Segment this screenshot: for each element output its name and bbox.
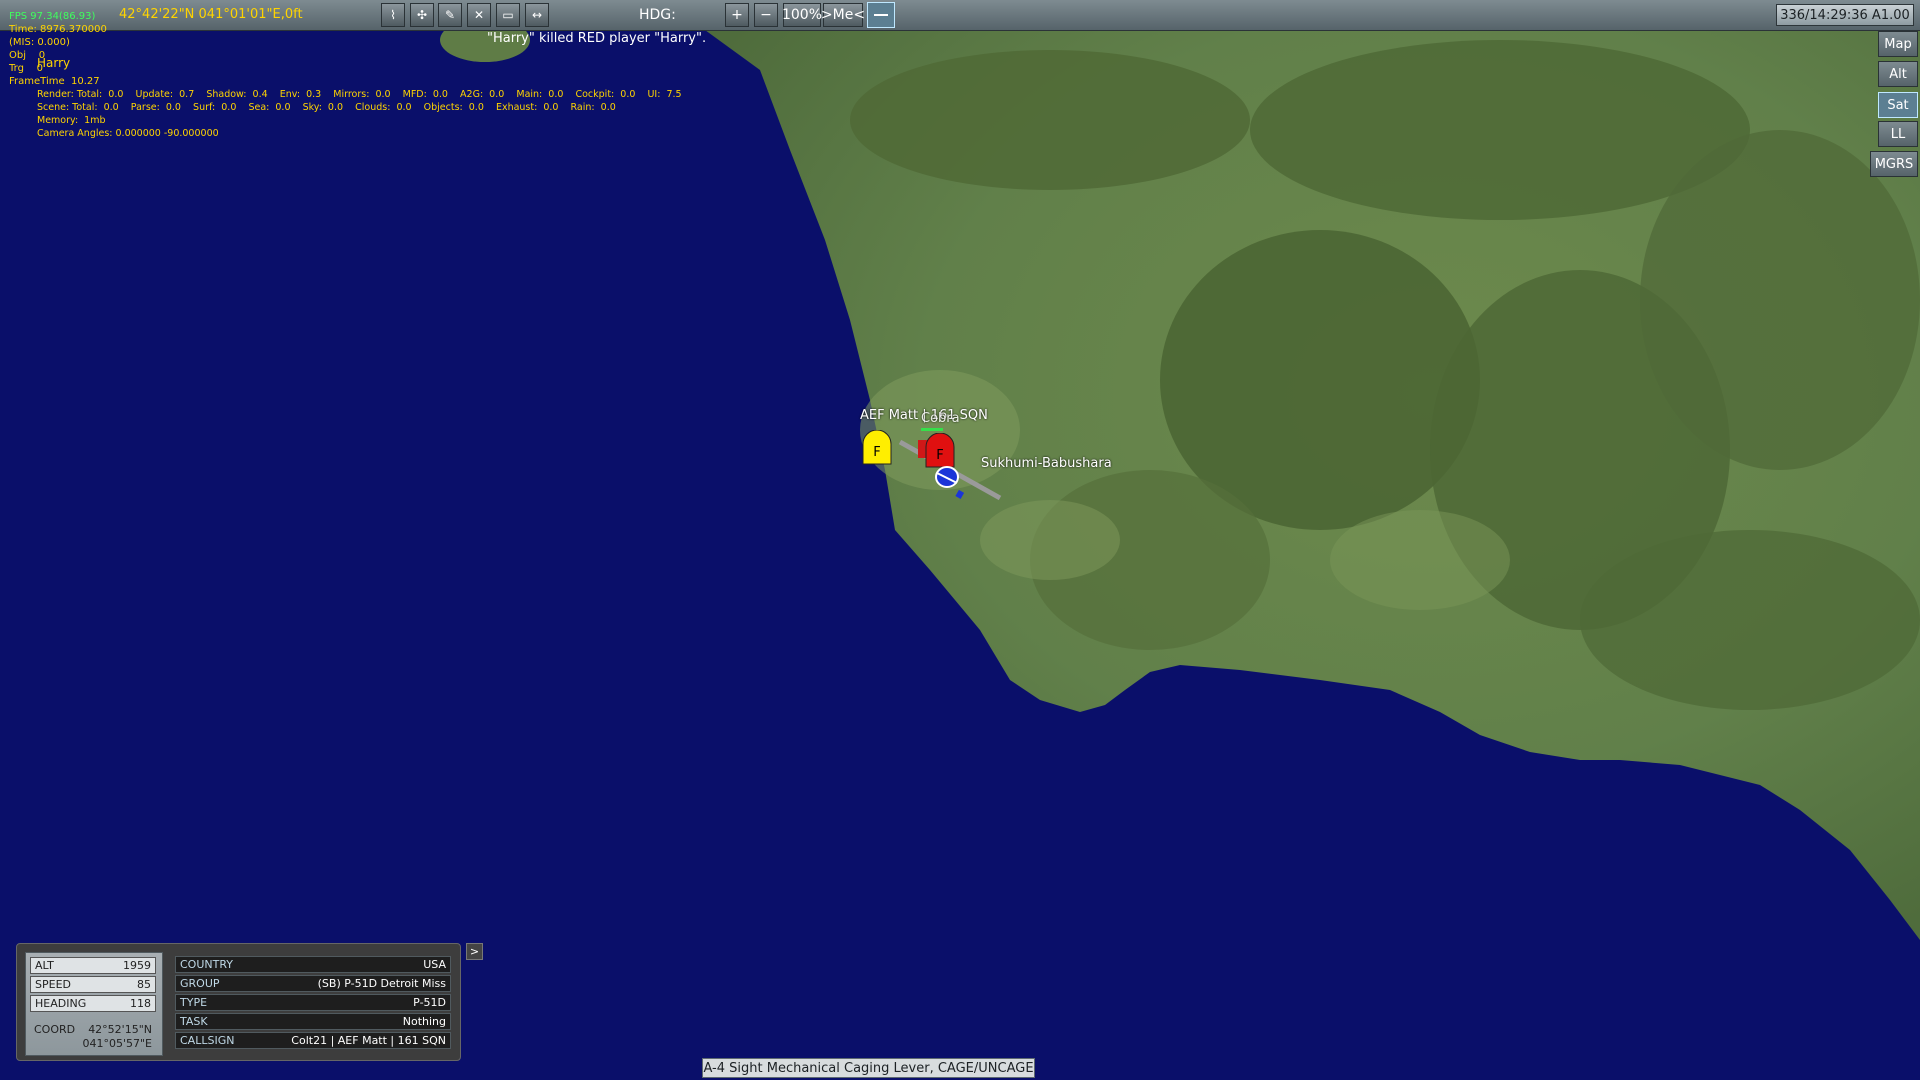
layer-map-button[interactable]: Map — [1878, 31, 1918, 57]
unit-info-panel: ALT 1959 SPEED 85 HEADING 118 COORD 42°5… — [16, 943, 461, 1061]
task-value: Nothing — [402, 1015, 446, 1028]
debug-mis: (MIS: 0.000) — [9, 37, 70, 48]
player-name: Harry — [37, 56, 71, 70]
group-value: (SB) P-51D Detroit Miss — [317, 977, 446, 990]
debug-memory: Memory: 1mb — [37, 115, 106, 126]
type-row: TYPE P-51D — [175, 994, 451, 1011]
layer-mgrs-button[interactable]: MGRS — [1870, 151, 1918, 177]
type-value: P-51D — [413, 996, 446, 1009]
heading-label-panel: HEADING — [35, 997, 87, 1010]
callsign-row: CALLSIGN Colt21 | AEF Matt | 161 SQN — [175, 1032, 451, 1049]
center-on-me-button[interactable]: >Me< — [821, 3, 865, 27]
unit-details-box: COUNTRY USA GROUP (SB) P-51D Detroit Mis… — [175, 952, 451, 1054]
enemy-marker-letter: F — [936, 448, 943, 463]
unit-label-overlap[interactable]: Cobra — [921, 411, 960, 426]
heading-label: HDG: — [639, 7, 676, 23]
debug-time: Time: 8976.370000 — [9, 24, 107, 35]
top-toolbar: 42°42'22"N 041°01'01"E,0ft ⌇ ✣ ✎ ✕ ▭ ↔ H… — [0, 0, 1920, 31]
cursor-coordinates: 42°42'22"N 041°01'01"E,0ft — [119, 7, 303, 22]
target-icon[interactable]: ✣ — [410, 3, 434, 27]
alt-label: ALT — [35, 959, 54, 972]
group-row: GROUP (SB) P-51D Detroit Miss — [175, 975, 451, 992]
zoom-out-button[interactable]: − — [754, 3, 778, 27]
coord-lat: 42°52'15"N — [88, 1023, 152, 1036]
heading-value: 118 — [130, 997, 151, 1010]
debug-camera: Camera Angles: 0.000000 -90.000000 — [37, 128, 219, 139]
ruler-icon[interactable]: ↔ — [525, 3, 549, 27]
unit-health-bar — [921, 428, 943, 431]
route-icon[interactable]: ⌇ — [381, 3, 405, 27]
speed-row: SPEED 85 — [30, 976, 156, 993]
callsign-label: CALLSIGN — [180, 1034, 235, 1047]
speed-value: 85 — [137, 978, 151, 991]
type-label: TYPE — [180, 996, 208, 1009]
debug-frametime: FrameTime 10.27 — [9, 76, 100, 87]
heading-row: HEADING 118 — [30, 995, 156, 1012]
task-row: TASK Nothing — [175, 1013, 451, 1030]
unit-edit-icon[interactable]: ✎ — [438, 3, 462, 27]
task-label: TASK — [180, 1015, 208, 1028]
debug-scene: Scene: Total: 0.0 Parse: 0.0 Surf: 0.0 S… — [37, 102, 616, 113]
airfield-label[interactable]: Sukhumi-Babushara — [981, 456, 1112, 471]
layer-ll-button[interactable]: LL — [1878, 121, 1918, 147]
minus-icon — [874, 14, 888, 16]
aircraft-icon[interactable] — [935, 465, 965, 503]
friendly-unit-marker[interactable]: F — [861, 430, 893, 466]
country-label: COUNTRY — [180, 958, 233, 971]
mission-clock: 336/14:29:36 A1.00 — [1776, 4, 1914, 26]
measure-toggle-button[interactable] — [867, 2, 895, 28]
debug-render: Render: Total: 0.0 Update: 0.7 Shadow: 0… — [37, 89, 682, 100]
kill-message: "Harry" killed RED player "Harry". — [487, 31, 707, 46]
friendly-marker-letter: F — [873, 445, 880, 460]
alt-value: 1959 — [123, 959, 151, 972]
satellite-map[interactable] — [0, 0, 1920, 1080]
speed-label: SPEED — [35, 978, 71, 991]
alt-row: ALT 1959 — [30, 957, 156, 974]
delete-icon[interactable]: ✕ — [467, 3, 491, 27]
coord-lon: 041°05'57"E — [82, 1037, 152, 1050]
country-row: COUNTRY USA — [175, 956, 451, 973]
coord-label: COORD — [34, 1023, 76, 1036]
layer-sat-button[interactable]: Sat — [1878, 92, 1918, 118]
expand-panel-button[interactable]: > — [466, 943, 483, 960]
zoom-in-button[interactable]: + — [725, 3, 749, 27]
fps-counter: FPS 97.34(86.93) — [9, 11, 96, 22]
callsign-value: Colt21 | AEF Matt | 161 SQN — [291, 1034, 446, 1047]
comment-icon[interactable]: ▭ — [496, 3, 520, 27]
zoom-level: 100% — [782, 3, 822, 27]
enemy-unit-marker[interactable]: F — [924, 433, 956, 469]
flight-data-box: ALT 1959 SPEED 85 HEADING 118 COORD 42°5… — [25, 952, 163, 1056]
layer-alt-button[interactable]: Alt — [1878, 61, 1918, 87]
country-value: USA — [423, 958, 446, 971]
coord-row: COORD 42°52'15"N 041°05'57"E — [30, 1021, 158, 1051]
status-tooltip: A-4 Sight Mechanical Caging Lever, CAGE/… — [702, 1058, 1035, 1078]
group-label: GROUP — [180, 977, 220, 990]
